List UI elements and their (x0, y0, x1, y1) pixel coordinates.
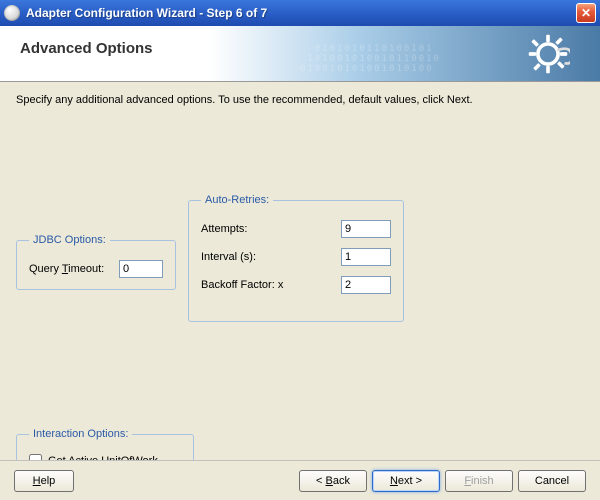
jdbc-options-group: JDBC Options: Query Timeout: (16, 234, 176, 290)
help-button[interactable]: Help (14, 470, 74, 492)
query-timeout-label: Query Timeout: (29, 263, 119, 275)
wizard-footer: Help < Back Next > Finish Cancel (0, 460, 600, 500)
interval-input[interactable] (341, 248, 391, 266)
finish-button: Finish (445, 470, 513, 492)
jdbc-legend: JDBC Options: (29, 234, 110, 246)
auto-retries-legend: Auto-Retries: (201, 194, 273, 206)
wizard-header: 0101010110100101 101001010010110010 0100… (0, 26, 600, 82)
interaction-legend: Interaction Options: (29, 428, 132, 440)
attempts-label: Attempts: (201, 223, 341, 235)
backoff-label: Backoff Factor: x (201, 279, 341, 291)
auto-retries-group: Auto-Retries: Attempts: Interval (s): Ba… (188, 194, 404, 322)
close-icon: ✕ (581, 6, 591, 20)
gear-icon (526, 32, 570, 76)
interval-label: Interval (s): (201, 251, 341, 263)
attempts-input[interactable] (341, 220, 391, 238)
title-bar: Adapter Configuration Wizard - Step 6 of… (0, 0, 600, 26)
window-title: Adapter Configuration Wizard - Step 6 of… (26, 6, 576, 20)
backoff-input[interactable] (341, 276, 391, 294)
cancel-button[interactable]: Cancel (518, 470, 586, 492)
back-button[interactable]: < Back (299, 470, 367, 492)
instruction-text: Specify any additional advanced options.… (16, 94, 584, 106)
close-button[interactable]: ✕ (576, 3, 596, 23)
content-area: Specify any additional advanced options.… (0, 82, 600, 460)
app-icon (4, 5, 20, 21)
next-button[interactable]: Next > (372, 470, 440, 492)
query-timeout-input[interactable] (119, 260, 163, 278)
